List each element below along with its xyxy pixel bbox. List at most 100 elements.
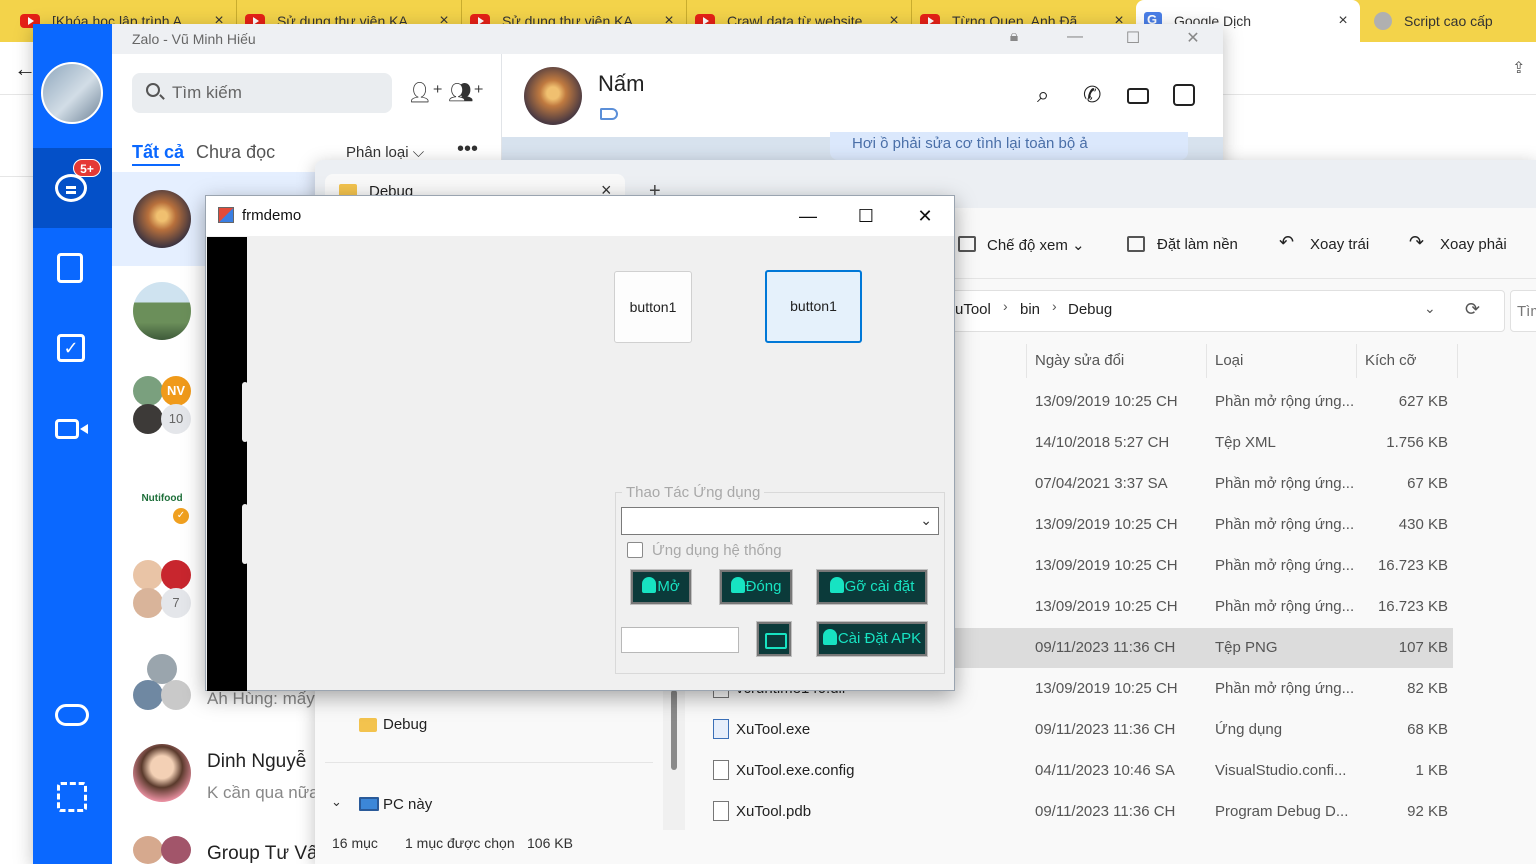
file-name: XuTool.pdb: [736, 803, 812, 820]
file-modified: 14/10/2018 5:27 CH: [1035, 434, 1170, 451]
chevron-down-icon[interactable]: ⌄: [1424, 300, 1436, 317]
nav-scrollbar-thumb[interactable]: [671, 690, 677, 770]
refresh-icon[interactable]: ⟳: [1465, 299, 1480, 320]
file-type: Phần mở rộng ứng...: [1215, 557, 1355, 574]
avatar[interactable]: [133, 744, 191, 802]
uninstall-button[interactable]: Gỡ cài đặt: [816, 569, 928, 605]
open-app-button[interactable]: Mở: [630, 569, 692, 605]
breadcrumb-chevron-icon[interactable]: ›: [1052, 298, 1057, 314]
rotate-left-icon: ↶: [1279, 232, 1295, 252]
zalo-window-title: Zalo - Vũ Minh Hiếu: [132, 31, 256, 47]
column-divider[interactable]: [1206, 344, 1207, 378]
close-app-label: Đóng: [745, 578, 782, 595]
column-header-type[interactable]: Loại: [1215, 352, 1243, 369]
contact-avatar[interactable]: [524, 67, 582, 125]
column-divider[interactable]: [1026, 344, 1027, 378]
tab-all[interactable]: Tất cả: [132, 142, 184, 163]
phone-icon[interactable]: ✆: [1083, 82, 1101, 108]
sidebar-toggle-icon[interactable]: [1173, 84, 1195, 106]
file-size: 627 KB: [1398, 393, 1448, 410]
panel-notch: [242, 504, 248, 564]
chevron-down-icon: ⌵: [412, 144, 425, 161]
system-app-label[interactable]: Ứng dụng hệ thống: [652, 542, 782, 559]
avatar[interactable]: [133, 190, 191, 248]
browser-tab[interactable]: Script cao cấp: [1366, 0, 1536, 42]
lock-icon[interactable]: 🔒︎: [1001, 28, 1027, 46]
file-modified: 09/11/2023 11:36 CH: [1035, 721, 1176, 738]
install-apk-label: Cài Đặt APK: [837, 630, 922, 647]
column-divider[interactable]: [1457, 344, 1458, 378]
contacts-icon[interactable]: [57, 253, 83, 283]
file-row[interactable]: XuTool.exe 09/11/2023 11:36 CH Ứng dụng 68 …: [710, 710, 1453, 750]
video-call-icon[interactable]: [1127, 88, 1149, 104]
breadcrumb-chevron-icon[interactable]: ›: [1003, 298, 1008, 314]
add-friend-icon[interactable]: 👤︎⁺: [407, 80, 443, 105]
video-call-icon[interactable]: [55, 419, 88, 439]
search-icon[interactable]: ⌕: [1037, 82, 1049, 108]
system-app-checkbox[interactable]: [627, 542, 643, 558]
frmdemo-window: frmdemo — ☐ ✕ button1 button1 Thao Tác Ứ…: [205, 195, 955, 691]
maximize-button[interactable]: ☐: [846, 202, 886, 230]
conversation-name: Group Tư Vấn: [207, 843, 329, 864]
view-button[interactable]: Chế độ xem ⌄: [987, 236, 1085, 254]
chevron-down-icon[interactable]: ⌄: [331, 794, 342, 810]
avatar[interactable]: [133, 282, 191, 340]
rotate-right-icon: ↷: [1409, 232, 1425, 252]
groupbox-label: Thao Tác Ứng dụng: [622, 484, 765, 501]
screenshot-icon[interactable]: [57, 782, 87, 812]
file-size: 1.756 KB: [1386, 434, 1448, 451]
share-icon[interactable]: ⇪: [1512, 58, 1525, 78]
rotate-left-button[interactable]: Xoay trái: [1310, 236, 1369, 253]
message-bubble: Hơi ồ phải sửa cơ tình lại toàn bộ ả: [830, 132, 1188, 160]
search-box[interactable]: Tìm kiếm: [132, 73, 392, 113]
apk-path-input[interactable]: [621, 627, 739, 653]
my-avatar[interactable]: [41, 62, 103, 124]
contact-name[interactable]: Nấm: [598, 71, 644, 97]
chat-icon[interactable]: [55, 174, 87, 202]
classify-dropdown[interactable]: Phân loại ⌵: [346, 144, 424, 161]
close-app-button[interactable]: Đóng: [719, 569, 793, 605]
close-button[interactable]: ✕: [1180, 28, 1206, 48]
more-options-icon[interactable]: •••: [457, 138, 478, 161]
breadcrumb-item[interactable]: uTool: [955, 301, 991, 318]
classify-label: Phân loại: [346, 144, 409, 161]
breadcrumb-item[interactable]: Debug: [1068, 301, 1112, 318]
file-type: Phần mở rộng ứng...: [1215, 475, 1355, 492]
create-group-icon[interactable]: 👥︎⁺: [448, 80, 484, 105]
chevron-down-icon[interactable]: ⌄: [920, 512, 932, 529]
tag-icon[interactable]: [600, 108, 618, 120]
todo-icon[interactable]: ✓: [57, 334, 85, 362]
button1[interactable]: button1: [614, 271, 692, 343]
nav-item-debug[interactable]: Debug: [383, 716, 427, 733]
browse-folder-button[interactable]: [756, 621, 792, 657]
install-apk-button[interactable]: Cài Đặt APK: [816, 621, 928, 657]
nav-item-this-pc[interactable]: PC này: [383, 796, 432, 813]
search-box[interactable]: Tìm: [1510, 290, 1536, 332]
column-header-modified[interactable]: Ngày sửa đổi: [1035, 352, 1124, 369]
open-app-label: Mở: [657, 578, 680, 595]
minimize-button[interactable]: —: [1062, 28, 1088, 46]
app-select-combobox[interactable]: ⌄: [621, 507, 939, 535]
search-icon: [146, 83, 160, 97]
column-header-size[interactable]: Kích cỡ: [1365, 352, 1417, 369]
file-type: Tệp XML: [1215, 434, 1276, 451]
close-button[interactable]: ✕: [905, 202, 945, 230]
set-background-button[interactable]: Đặt làm nền: [1157, 236, 1238, 253]
file-size: 1 KB: [1415, 762, 1448, 779]
file-type: Phần mở rộng ứng...: [1215, 598, 1355, 615]
cloud-icon[interactable]: [55, 704, 89, 726]
minimize-button[interactable]: —: [788, 202, 828, 230]
column-divider[interactable]: [1356, 344, 1357, 378]
breadcrumb-item[interactable]: bin: [1020, 301, 1040, 318]
rotate-right-button[interactable]: Xoay phải: [1440, 236, 1507, 253]
file-icon: [713, 719, 729, 739]
maximize-button[interactable]: ☐: [1120, 28, 1146, 48]
file-modified: 07/04/2021 3:37 SA: [1035, 475, 1168, 492]
file-size: 16.723 KB: [1377, 598, 1448, 615]
tab-unread[interactable]: Chưa đọc: [196, 142, 275, 163]
file-row[interactable]: XuTool.exe.config 04/11/2023 10:46 SA Visu…: [710, 751, 1453, 791]
button1-focused[interactable]: button1: [765, 270, 862, 343]
close-icon[interactable]: ×: [1334, 12, 1352, 30]
file-row[interactable]: XuTool.pdb 09/11/2023 11:36 CH Program Deb…: [710, 792, 1453, 832]
status-item-count: 16 mục: [332, 835, 378, 851]
